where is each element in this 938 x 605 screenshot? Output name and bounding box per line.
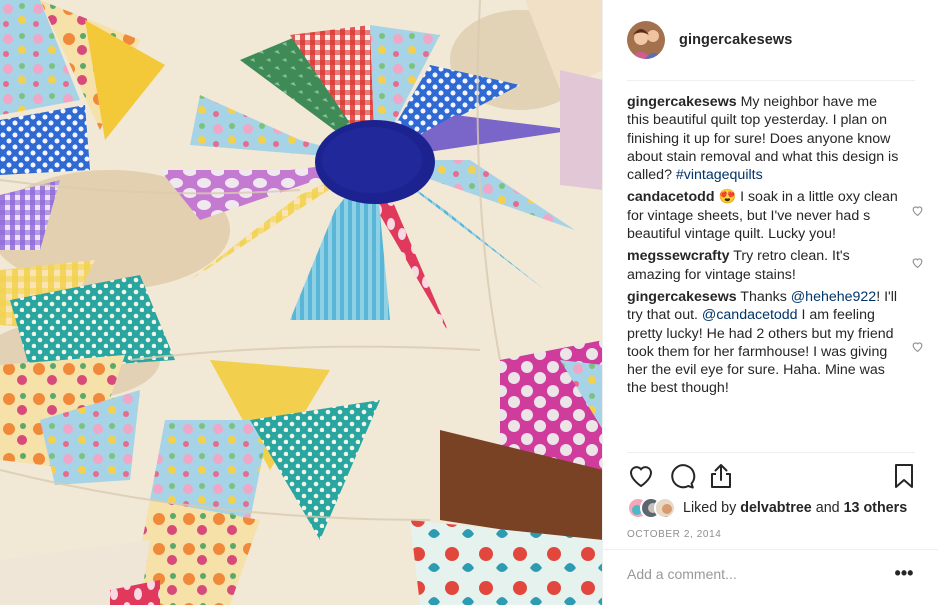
liker-avatar — [654, 497, 676, 519]
caption: gingercakesews My neighbor have me this … — [627, 93, 902, 184]
mention-link[interactable]: @hehehe922 — [791, 289, 876, 305]
bookmark-icon[interactable] — [890, 462, 918, 490]
comment-username[interactable]: gingercakesews — [627, 289, 737, 305]
post-side-panel: gingercakesews gingercakesews My neighbo… — [603, 0, 938, 605]
comment-text: Thanks — [736, 288, 791, 305]
liker-username[interactable]: delvabtree — [740, 500, 812, 516]
comment-item: candacetodd 😍 I soak in a little oxy cle… — [627, 188, 923, 243]
mention-link[interactable]: @candacetodd — [702, 307, 798, 323]
post-actions — [627, 462, 917, 492]
heart-eyes-emoji: 😍 — [718, 189, 737, 206]
likes-others-count[interactable]: 13 others — [844, 500, 908, 516]
like-comment-heart-icon[interactable] — [911, 340, 924, 353]
comment-item: gingercakesews Thanks @hehehe922! I'll t… — [627, 288, 923, 398]
likes-summary: Liked by delvabtree and 13 others — [683, 500, 907, 516]
author-avatar[interactable] — [627, 21, 665, 59]
post-date[interactable]: OCTOBER 2, 2014 — [627, 529, 721, 540]
likes-prefix: Liked by — [683, 500, 741, 516]
like-comment-heart-icon[interactable] — [911, 256, 924, 269]
share-icon[interactable] — [707, 462, 735, 490]
comment-item: megssewcrafty Try retro clean. It's amaz… — [627, 247, 923, 284]
liker-avatars — [627, 497, 683, 519]
post-header: gingercakesews — [603, 0, 938, 80]
heart-icon[interactable] — [627, 462, 655, 490]
actions-divider — [627, 452, 915, 453]
add-comment-input[interactable]: Add a comment... — [627, 566, 867, 586]
caption-username[interactable]: gingercakesews — [627, 94, 737, 110]
header-divider — [627, 80, 915, 81]
instagram-post: gingercakesews gingercakesews My neighbo… — [0, 0, 938, 605]
likes-row[interactable]: Liked by delvabtree and 13 others — [627, 496, 907, 520]
quilt-photo — [0, 0, 602, 605]
likes-joiner: and — [811, 500, 844, 516]
comment-icon[interactable] — [668, 462, 696, 490]
post-photo[interactable] — [0, 0, 603, 605]
more-options-icon[interactable]: ••• — [894, 564, 914, 586]
like-comment-heart-icon[interactable] — [911, 204, 924, 217]
caption-hashtag[interactable]: #vintagequilts — [676, 167, 763, 183]
comment-username[interactable]: megssewcrafty — [627, 248, 730, 264]
comment-divider — [603, 549, 938, 550]
author-username[interactable]: gingercakesews — [679, 32, 792, 48]
comment-username[interactable]: candacetodd — [627, 189, 715, 205]
comments-list: gingercakesews My neighbor have me this … — [627, 93, 923, 398]
